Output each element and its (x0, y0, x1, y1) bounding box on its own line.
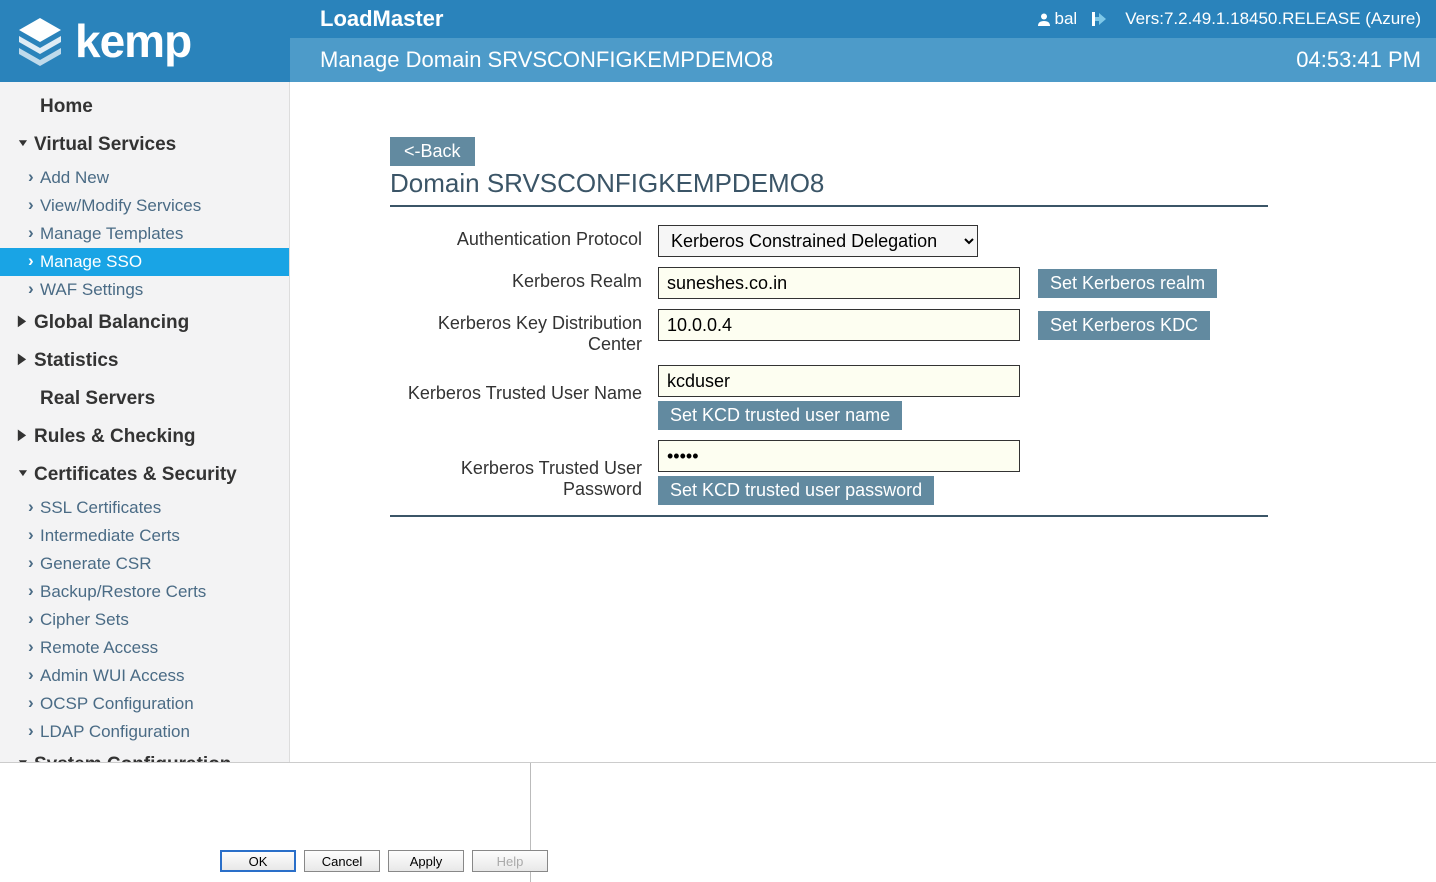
user-name: bal (1055, 9, 1078, 29)
product-title: LoadMaster (320, 6, 443, 32)
input-kdc[interactable] (658, 309, 1020, 341)
nav-item-ldap[interactable]: LDAP Configuration (0, 718, 289, 746)
nav-section-rules-checking[interactable]: Rules & Checking (0, 418, 289, 456)
nav-item-ssl-certs[interactable]: SSL Certificates (0, 494, 289, 522)
user-icon (1037, 12, 1051, 26)
clock: 04:53:41 PM (1296, 47, 1421, 73)
logo: kemp (0, 0, 290, 82)
nav-section-system-config[interactable]: System Configuration (0, 746, 289, 762)
version-text: Vers:7.2.49.1.18450.RELEASE (Azure) (1125, 9, 1421, 29)
input-pass[interactable] (658, 440, 1020, 472)
nav-section-real-servers[interactable]: Real Servers (0, 380, 289, 418)
nav-section-global-balancing[interactable]: Global Balancing (0, 304, 289, 342)
header: kemp LoadMaster bal Vers:7.2.49.1.18450.… (0, 0, 1436, 82)
nav-item-waf-settings[interactable]: WAF Settings (0, 276, 289, 304)
btn-set-user[interactable]: Set KCD trusted user name (658, 401, 902, 430)
ok-button[interactable]: OK (220, 850, 296, 872)
btn-set-pass[interactable]: Set KCD trusted user password (658, 476, 934, 505)
kemp-logo-icon (15, 16, 65, 66)
nav-item-generate-csr[interactable]: Generate CSR (0, 550, 289, 578)
nav-item-manage-sso[interactable]: Manage SSO (0, 248, 289, 276)
select-auth-protocol[interactable]: Kerberos Constrained Delegation (658, 225, 978, 257)
nav-item-add-new[interactable]: Add New (0, 164, 289, 192)
btn-set-realm[interactable]: Set Kerberos realm (1038, 269, 1217, 298)
page-title: Domain SRVSCONFIGKEMPDEMO8 (390, 168, 1406, 199)
nav-section-virtual-services[interactable]: Virtual Services (0, 126, 289, 164)
back-button[interactable]: <-Back (390, 137, 475, 166)
nav-section-statistics[interactable]: Statistics (0, 342, 289, 380)
label-realm: Kerberos Realm (390, 267, 658, 292)
main-content: <-Back Domain SRVSCONFIGKEMPDEMO8 Authen… (290, 82, 1436, 762)
nav-home[interactable]: Home (0, 88, 289, 126)
label-kdc: Kerberos Key Distribution Center (390, 309, 658, 355)
nav-item-intermediate-certs[interactable]: Intermediate Certs (0, 522, 289, 550)
input-realm[interactable] (658, 267, 1020, 299)
cancel-button[interactable]: Cancel (304, 850, 380, 872)
bottom-bar: OK Cancel Apply Help (0, 762, 1436, 882)
label-user: Kerberos Trusted User Name (390, 365, 658, 404)
label-auth-protocol: Authentication Protocol (390, 225, 658, 250)
sidebar: Home Virtual Services Add New View/Modif… (0, 82, 290, 762)
btn-set-kdc[interactable]: Set Kerberos KDC (1038, 311, 1210, 340)
page-subtitle: Manage Domain SRVSCONFIGKEMPDEMO8 (320, 47, 773, 73)
label-pass: Kerberos Trusted User Password (390, 440, 658, 500)
nav-item-manage-templates[interactable]: Manage Templates (0, 220, 289, 248)
nav-item-ocsp[interactable]: OCSP Configuration (0, 690, 289, 718)
apply-button[interactable]: Apply (388, 850, 464, 872)
divider (390, 205, 1268, 207)
nav-item-view-modify[interactable]: View/Modify Services (0, 192, 289, 220)
nav-section-certificates[interactable]: Certificates & Security (0, 456, 289, 494)
nav-item-remote-access[interactable]: Remote Access (0, 634, 289, 662)
brand-text: kemp (75, 14, 191, 68)
input-user[interactable] (658, 365, 1020, 397)
user-box[interactable]: bal (1037, 9, 1078, 29)
logout-icon[interactable] (1092, 10, 1110, 28)
nav-item-cipher-sets[interactable]: Cipher Sets (0, 606, 289, 634)
nav-item-backup-restore[interactable]: Backup/Restore Certs (0, 578, 289, 606)
help-button: Help (472, 850, 548, 872)
nav-item-admin-wui[interactable]: Admin WUI Access (0, 662, 289, 690)
divider-bottom (390, 515, 1268, 517)
